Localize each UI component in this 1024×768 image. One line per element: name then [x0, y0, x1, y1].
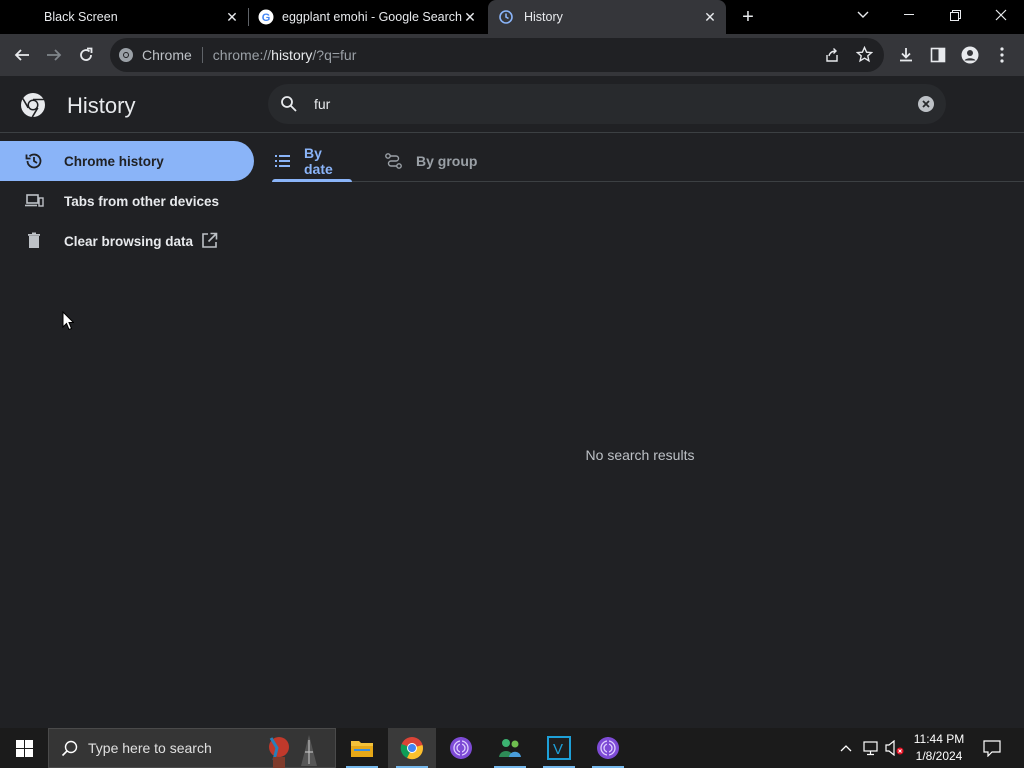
tab-label: By group [416, 153, 478, 169]
tab-google-search[interactable]: G eggplant emohi - Google Search ✕ [250, 0, 486, 34]
trash-icon [24, 231, 44, 251]
devices-icon [24, 191, 44, 211]
taskbar-tor-browser-2[interactable] [584, 728, 632, 768]
volume-muted-icon[interactable] [884, 728, 906, 768]
address-bar[interactable]: Chrome chrome://history/?q=fur [110, 38, 884, 72]
history-favicon-icon [498, 9, 514, 25]
search-icon [61, 740, 79, 758]
downloads-button[interactable] [890, 39, 922, 71]
windows-logo-icon [15, 739, 33, 757]
history-view-tabs: By date By group [272, 141, 1024, 182]
history-search-box[interactable]: fur [268, 84, 946, 124]
notification-center-icon[interactable] [978, 728, 1006, 768]
close-window-button[interactable] [978, 0, 1024, 30]
back-button[interactable] [6, 39, 38, 71]
tab-history[interactable]: History ✕ [488, 0, 726, 34]
sidebar-item-label: Chrome history [64, 153, 164, 169]
forward-button[interactable] [38, 39, 70, 71]
side-panel-icon[interactable] [922, 39, 954, 71]
reload-button[interactable] [70, 39, 102, 71]
taskbar-visual-studio-app[interactable]: V [535, 728, 583, 768]
tab-close-icon[interactable]: ✕ [702, 9, 718, 25]
system-clock[interactable]: 11:44 PM 1/8/2024 [906, 731, 972, 765]
clear-search-icon[interactable] [917, 95, 935, 118]
google-favicon-icon: G [258, 9, 274, 25]
omnibox-divider [201, 47, 203, 63]
tab-search-chevron-icon[interactable] [840, 0, 886, 30]
url-text: chrome://history/?q=fur [213, 47, 357, 63]
minimize-button[interactable] [886, 0, 932, 30]
chrome-logo-icon [20, 92, 46, 123]
menu-kebab-icon[interactable] [986, 39, 1018, 71]
profile-avatar-icon[interactable] [954, 39, 986, 71]
sidebar-item-label: Clear browsing data [64, 233, 194, 249]
tab-title: eggplant emohi - Google Search [282, 10, 462, 24]
tab-by-group[interactable]: By group [385, 141, 485, 181]
page-title: History [67, 93, 136, 118]
browser-toolbar: Chrome chrome://history/?q=fur [0, 34, 1024, 76]
tab-title: History [524, 10, 563, 24]
taskbar-search-box[interactable]: Type here to search [48, 728, 336, 768]
history-header: History fur [0, 76, 1024, 133]
svg-text:G: G [262, 12, 271, 24]
clock-date: 1/8/2024 [915, 749, 963, 763]
show-hidden-icons-chevron[interactable] [836, 728, 856, 768]
sidebar-item-label: Tabs from other devices [64, 193, 220, 209]
restore-button[interactable] [932, 0, 978, 30]
tab-label: By date [304, 145, 333, 177]
sidebar: Chrome history Tabs from other devices C… [0, 141, 256, 261]
external-link-icon [201, 232, 218, 249]
site-chip-label: Chrome [142, 47, 192, 63]
taskbar-people-app[interactable] [486, 728, 534, 768]
chrome-site-icon [118, 47, 134, 63]
search-highlight-illustration-icon [265, 730, 331, 768]
tab-close-icon[interactable]: ✕ [224, 9, 240, 25]
chrome-icon [400, 736, 424, 760]
empty-state-message: No search results [585, 447, 695, 463]
windows-taskbar: Type here to search V 11:44 PM 1/8/2024 [0, 728, 1024, 768]
tab-black-screen[interactable]: Black Screen ✕ [0, 0, 248, 34]
list-icon [275, 155, 290, 167]
start-button[interactable] [0, 728, 48, 768]
taskbar-tor-browser[interactable] [437, 728, 485, 768]
share-icon[interactable] [824, 47, 840, 63]
tor-browser-icon [449, 736, 473, 760]
tab-strip: Black Screen ✕ G eggplant emohi - Google… [0, 0, 1024, 34]
taskbar-file-explorer[interactable] [338, 728, 386, 768]
taskbar-chrome[interactable] [388, 728, 436, 768]
network-icon[interactable] [860, 728, 882, 768]
tab-separator [248, 8, 249, 26]
tor-browser-icon [596, 736, 620, 760]
taskbar-search-placeholder: Type here to search [88, 740, 212, 756]
people-icon [497, 737, 523, 759]
v-app-icon: V [547, 736, 571, 760]
sidebar-item-tabs-other-devices[interactable]: Tabs from other devices [0, 181, 256, 221]
tab-title: Black Screen [44, 10, 118, 24]
svg-text:V: V [553, 741, 563, 758]
url-prefix: chrome:// [212, 47, 272, 63]
journeys-icon [385, 153, 402, 169]
bookmark-star-icon[interactable] [856, 46, 873, 63]
history-icon [24, 151, 44, 171]
tab-by-date[interactable]: By date [272, 141, 352, 182]
clock-time: 11:44 PM [913, 732, 965, 746]
folder-icon [350, 738, 374, 758]
new-tab-button[interactable]: + [736, 5, 760, 29]
sidebar-item-chrome-history[interactable]: Chrome history [0, 141, 254, 181]
url-host: history [271, 47, 313, 63]
url-suffix: /?q=fur [312, 47, 357, 63]
sidebar-item-clear-browsing-data[interactable]: Clear browsing data [0, 221, 256, 261]
tab-close-icon[interactable]: ✕ [462, 9, 478, 25]
mouse-cursor-icon [62, 310, 75, 336]
search-input[interactable]: fur [314, 96, 330, 112]
selected-tab-indicator [272, 179, 352, 182]
search-icon [280, 95, 298, 118]
